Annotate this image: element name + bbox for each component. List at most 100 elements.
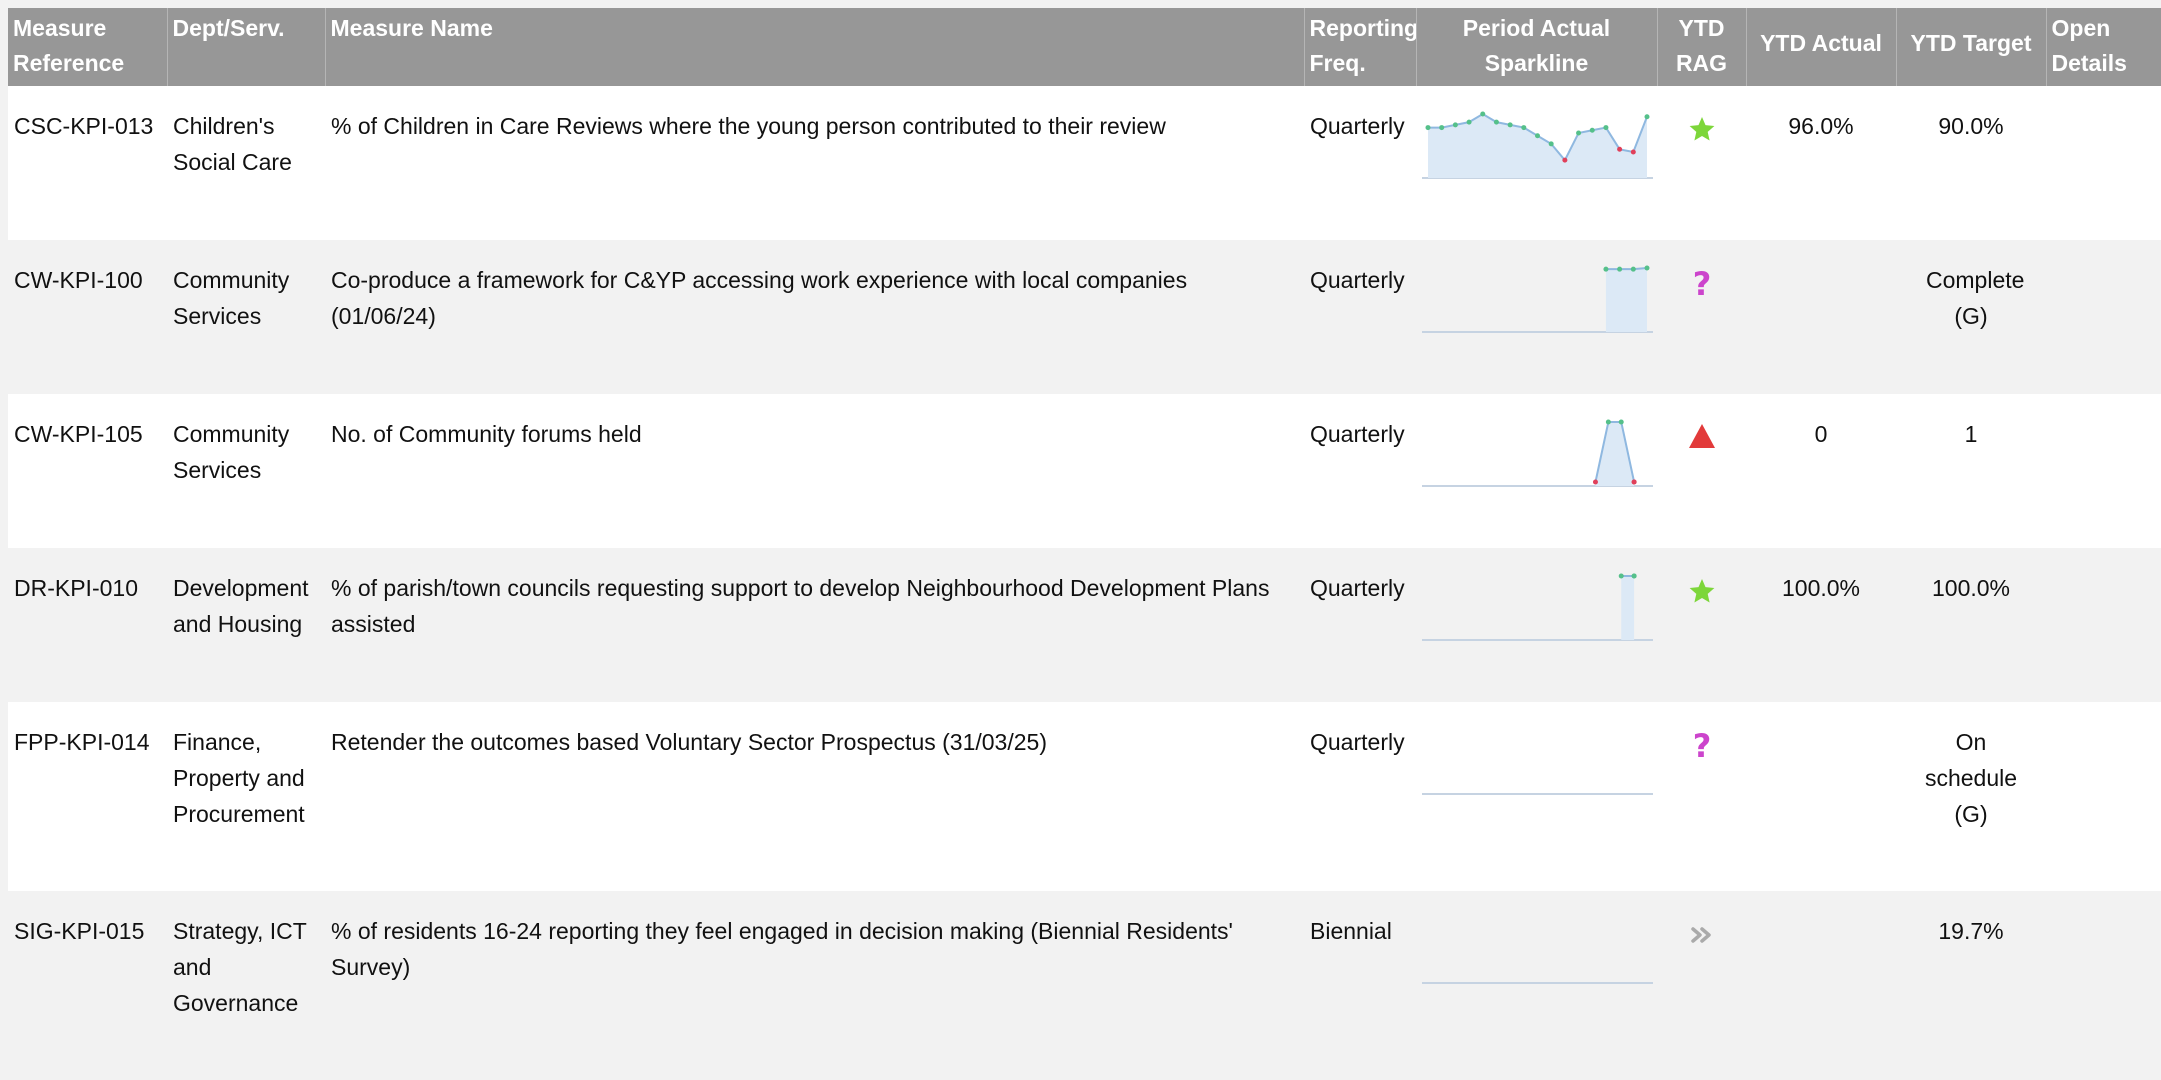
measure-ref-cell: CSC-KPI-013 <box>8 86 167 240</box>
measure-name-cell: Co-produce a framework for C&YP accessin… <box>325 240 1304 394</box>
sparkline-point <box>1548 141 1554 147</box>
green-star-icon <box>1689 579 1714 603</box>
ytd-target-cell: 100.0% <box>1896 548 2046 702</box>
ytd-target-cell: 1 <box>1896 394 2046 548</box>
sparkline-point <box>1507 122 1513 128</box>
measure-name-cell: % of parish/town councils requesting sup… <box>325 548 1304 702</box>
col-header-name[interactable]: Measure Name <box>325 8 1305 86</box>
sparkline-point <box>1452 122 1458 128</box>
col-header-open-details[interactable]: Open Details <box>2046 8 2161 86</box>
open-details-cell[interactable] <box>2046 702 2161 891</box>
sparkline-point <box>1603 266 1609 272</box>
rag-cell <box>1657 86 1746 240</box>
col-header-rag-label: YTD RAG <box>1675 15 1728 76</box>
sparkline-point <box>1644 265 1650 271</box>
sparkline-point <box>1630 266 1636 272</box>
ytd-actual-cell: 0 <box>1746 394 1896 548</box>
measure-ref-cell: SIG-KPI-015 <box>8 891 167 1080</box>
freq-cell: Quarterly <box>1304 702 1416 891</box>
purple-question-icon: ? <box>1692 265 1711 303</box>
sparkline-point <box>1439 125 1445 131</box>
col-header-ytd-actual[interactable]: YTD Actual <box>1746 8 1897 86</box>
rag-cell <box>1657 891 1746 1080</box>
open-details-cell[interactable] <box>2046 240 2161 394</box>
sparkline-cell <box>1416 394 1657 548</box>
sparkline-cell <box>1416 702 1657 891</box>
sparkline <box>1422 111 1653 179</box>
ytd-target-cell: 19.7% <box>1896 891 2046 1080</box>
col-header-sparkline[interactable]: Period Actual Sparkline <box>1416 8 1658 86</box>
sparkline-cell <box>1416 891 1657 1080</box>
dept-cell: Strategy, ICT and Governance <box>167 891 325 1080</box>
measure-name-cell: % of residents 16-24 reporting they feel… <box>325 891 1304 1080</box>
sparkline-point <box>1603 125 1609 131</box>
open-details-cell[interactable] <box>2046 394 2161 548</box>
rag-cell: ? <box>1657 240 1746 394</box>
col-header-rag[interactable]: YTD RAG <box>1657 8 1747 86</box>
header-row: Measure Reference Dept/Serv. Measure Nam… <box>8 8 2161 86</box>
question-glyph: ? <box>1692 727 1711 765</box>
table-row[interactable]: CW-KPI-100 Community Services Co-produce… <box>8 240 2161 394</box>
col-header-ytd-actual-label: YTD Actual <box>1760 30 1882 56</box>
table-row[interactable]: SIG-KPI-015 Strategy, ICT and Governance… <box>8 891 2161 1080</box>
green-star-icon <box>1689 117 1714 141</box>
question-glyph: ? <box>1692 265 1711 303</box>
sparkline-cell <box>1416 86 1657 240</box>
dept-cell: Community Services <box>167 240 325 394</box>
open-details-cell[interactable] <box>2046 548 2161 702</box>
col-header-ytd-target[interactable]: YTD Target <box>1896 8 2047 86</box>
ytd-actual-cell <box>1746 891 1896 1080</box>
ytd-target-cell: 90.0% <box>1896 86 2046 240</box>
dept-cell: Children's Social Care <box>167 86 325 240</box>
col-header-open-details-label: Open Details <box>2051 15 2127 76</box>
sparkline-line <box>1605 267 1648 271</box>
triangle-shape <box>1688 424 1715 448</box>
rag-cell: ? <box>1657 702 1746 891</box>
table-row[interactable]: CSC-KPI-013 Children's Social Care % of … <box>8 86 2161 240</box>
col-header-freq[interactable]: Reporting Freq. <box>1304 8 1417 86</box>
sparkline-point <box>1521 125 1527 131</box>
rag-cell <box>1657 394 1746 548</box>
ytd-actual-cell <box>1746 702 1896 891</box>
freq-cell: Biennial <box>1304 891 1416 1080</box>
col-header-ref[interactable]: Measure Reference <box>8 8 168 86</box>
sparkline-point <box>1592 479 1598 485</box>
measure-name-cell: Retender the outcomes based Voluntary Se… <box>325 702 1304 891</box>
col-header-sparkline-label: Period Actual Sparkline <box>1462 15 1611 76</box>
sparkline <box>1422 419 1653 487</box>
freq-cell: Quarterly <box>1304 394 1416 548</box>
open-details-cell[interactable] <box>2046 86 2161 240</box>
measure-ref-cell: CW-KPI-105 <box>8 394 167 548</box>
star-shape <box>1689 117 1714 141</box>
sparkline-point <box>1617 146 1623 152</box>
sparkline <box>1422 982 1653 984</box>
table-row[interactable]: DR-KPI-010 Development and Housing % of … <box>8 548 2161 702</box>
sparkline-point <box>1535 133 1540 139</box>
sparkline <box>1422 573 1653 641</box>
open-details-cell[interactable] <box>2046 891 2161 1080</box>
kpi-table-container: Measure Reference Dept/Serv. Measure Nam… <box>8 8 2161 1080</box>
ytd-actual-cell: 96.0% <box>1746 86 1896 240</box>
measure-ref-cell: CW-KPI-100 <box>8 240 167 394</box>
ytd-actual-cell <box>1746 240 1896 394</box>
sparkline-point <box>1562 157 1568 163</box>
measure-ref-cell: FPP-KPI-014 <box>8 702 167 891</box>
sparkline-area <box>1605 268 1647 332</box>
red-triangle-icon <box>1688 424 1715 448</box>
sparkline-point <box>1576 130 1582 136</box>
sparkline-point <box>1493 119 1499 125</box>
dept-cell: Development and Housing <box>167 548 325 702</box>
col-header-dept[interactable]: Dept/Serv. <box>167 8 326 86</box>
sparkline-point <box>1644 114 1650 120</box>
sparkline <box>1422 793 1653 795</box>
sparkline-point <box>1631 573 1637 579</box>
dept-cell: Finance, Property and Procurement <box>167 702 325 891</box>
kpi-table: Measure Reference Dept/Serv. Measure Nam… <box>8 8 2161 1080</box>
sparkline-cell <box>1416 548 1657 702</box>
sparkline-point <box>1425 125 1431 131</box>
table-row[interactable]: CW-KPI-105 Community Services No. of Com… <box>8 394 2161 548</box>
sparkline-point <box>1618 573 1624 579</box>
sparkline-point <box>1480 111 1486 117</box>
sparkline-point <box>1589 127 1595 133</box>
table-row[interactable]: FPP-KPI-014 Finance, Property and Procur… <box>8 702 2161 891</box>
